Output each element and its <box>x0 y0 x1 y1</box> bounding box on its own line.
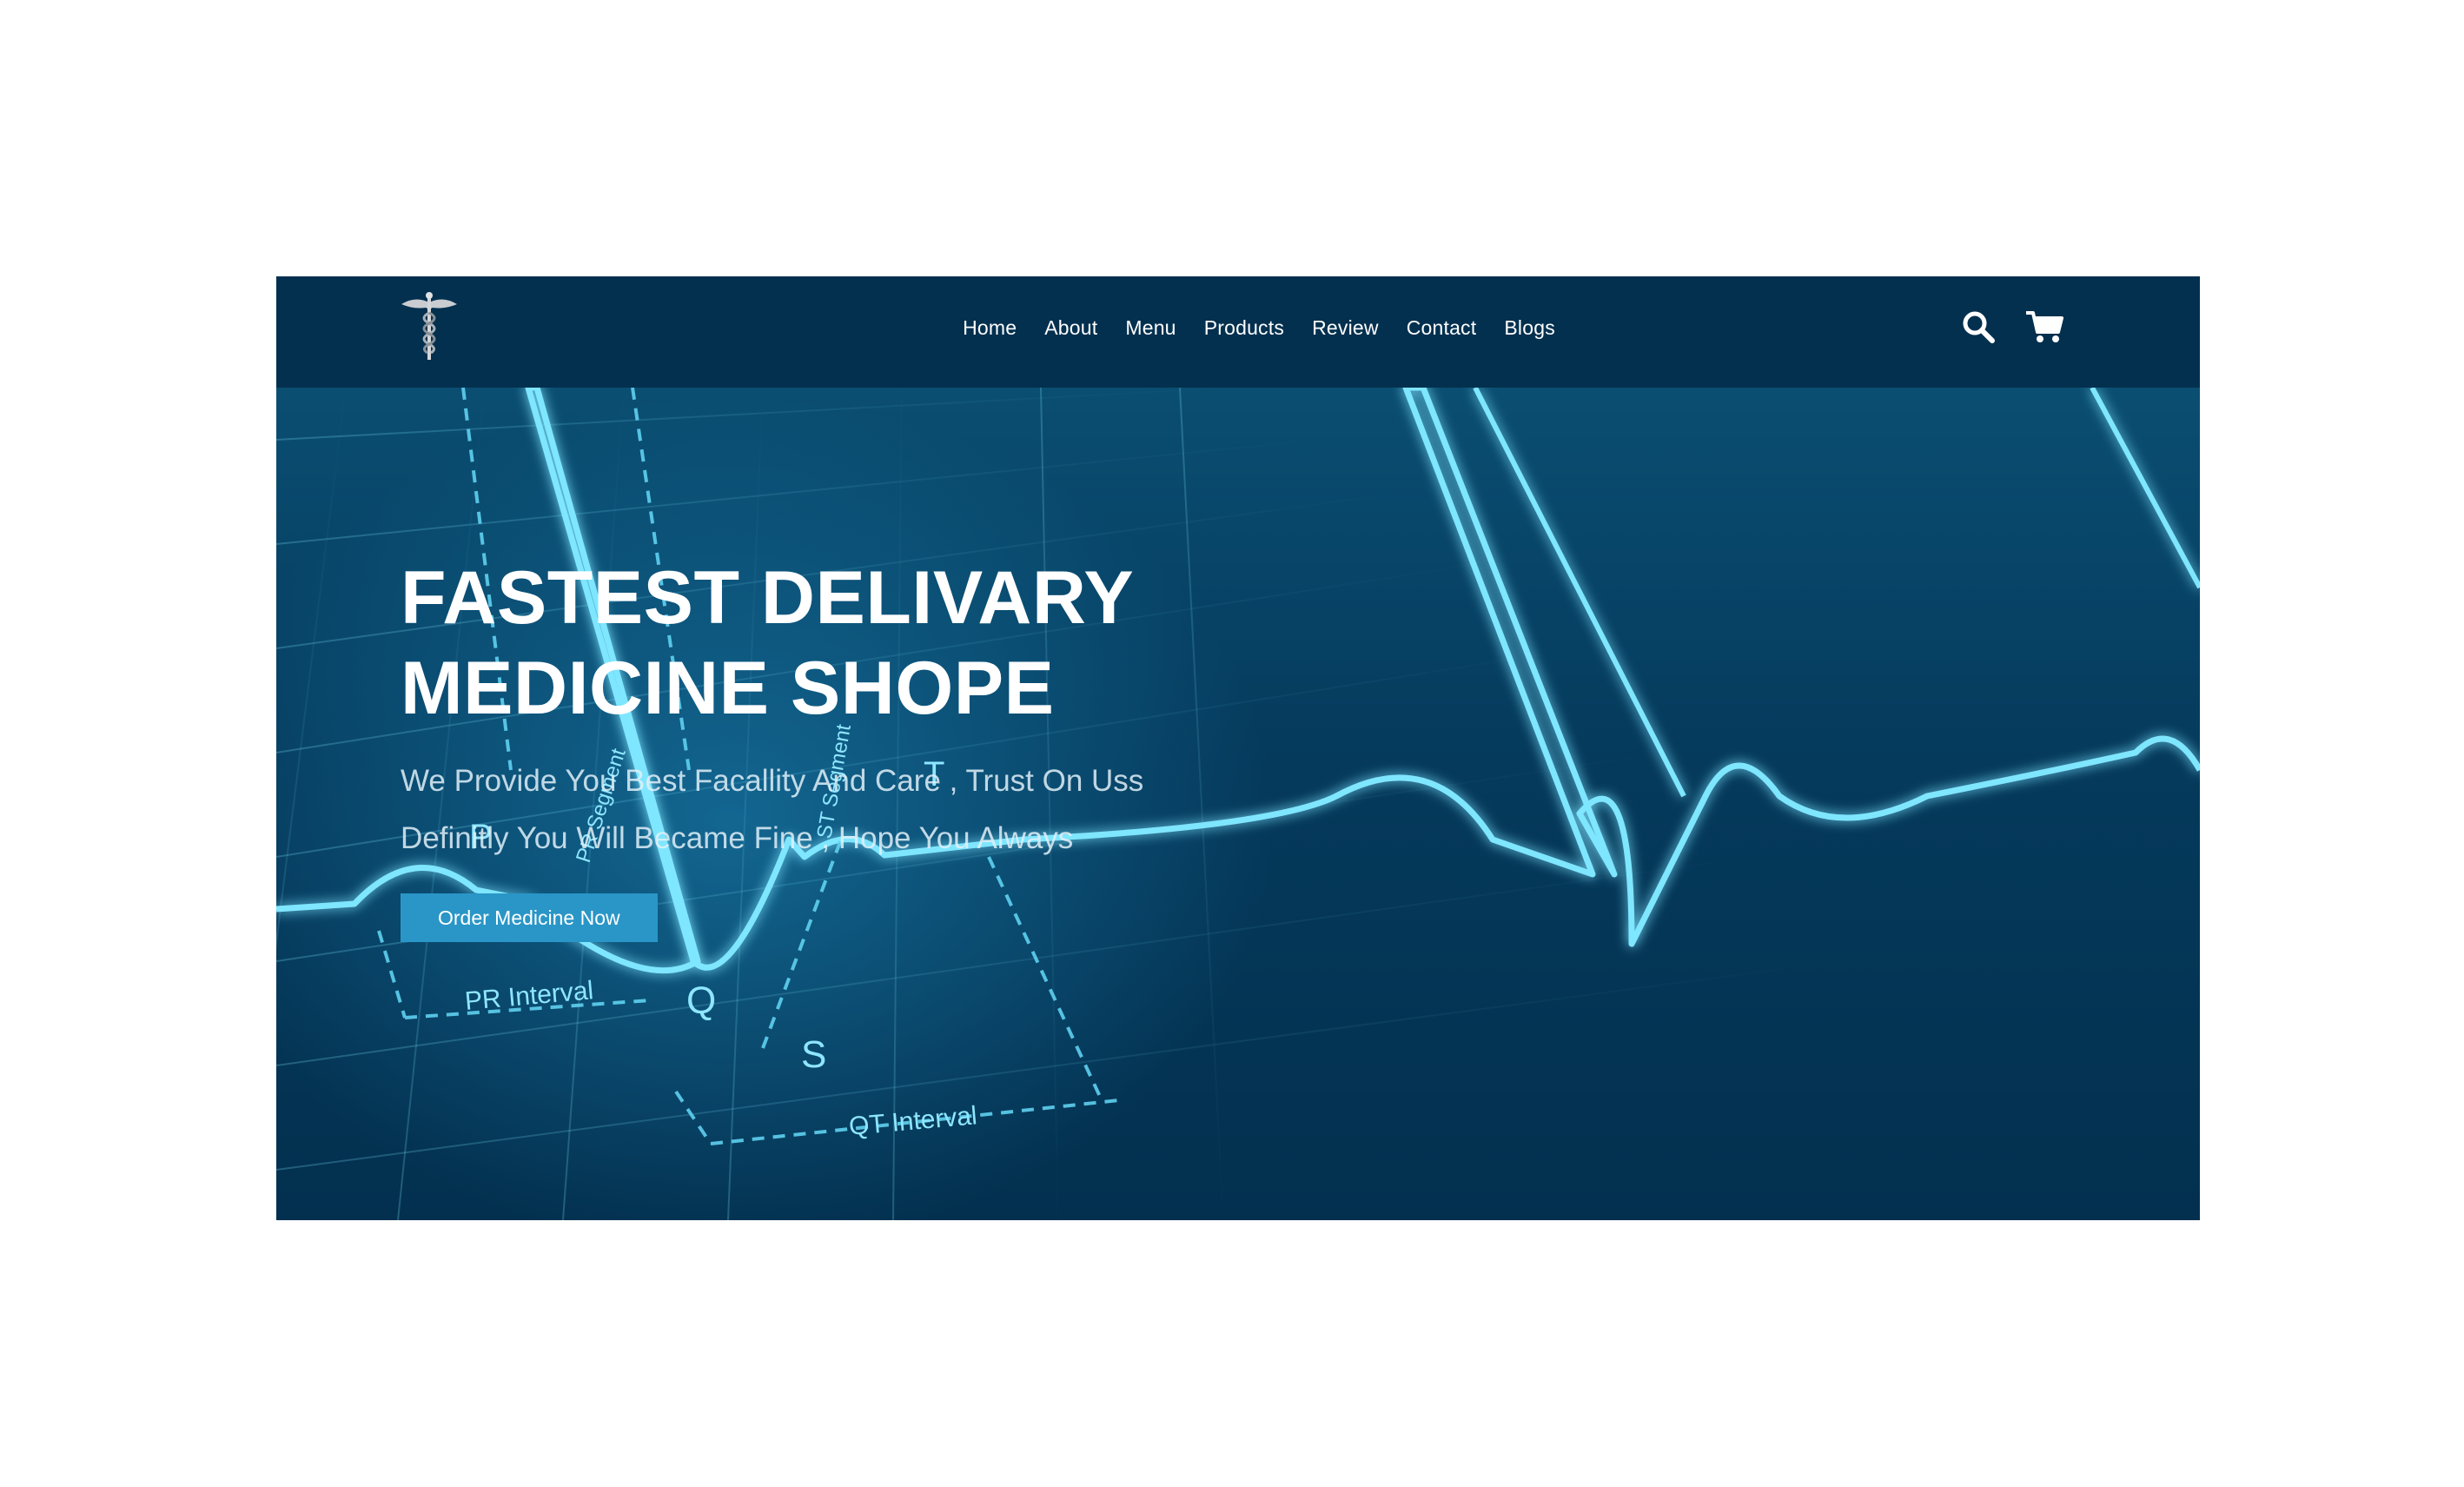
ecg-label-s: S <box>801 1033 826 1076</box>
hero-subtitle: We Provide You Best Facallity And Care ,… <box>401 753 1143 867</box>
hero-content: FASTEST DELIVARY MEDICINE SHOPE We Provi… <box>401 553 1143 942</box>
main-nav: Home About Menu Products Review Contact … <box>276 276 2198 379</box>
nav-about[interactable]: About <box>1044 316 1097 340</box>
ecg-label-q: Q <box>686 979 716 1022</box>
order-medicine-button[interactable]: Order Medicine Now <box>401 893 658 942</box>
hero-subtitle-line-1: We Provide You Best Facallity And Care ,… <box>401 764 1144 798</box>
hero-title-line-2: MEDICINE SHOPE <box>401 647 1055 730</box>
nav-products[interactable]: Products <box>1204 316 1284 340</box>
search-icon[interactable] <box>1959 309 1997 344</box>
cart-icon[interactable] <box>2025 309 2063 344</box>
nav-icon-group <box>1959 309 2063 344</box>
ecg-label-qt-interval: QT Interval <box>848 1101 978 1141</box>
ecg-label-pr-interval: PR Interval <box>464 976 595 1016</box>
nav-blogs[interactable]: Blogs <box>1504 316 1555 340</box>
nav-menu[interactable]: Menu <box>1125 316 1176 340</box>
navbar: Home About Menu Products Review Contact … <box>276 276 2198 388</box>
nav-contact[interactable]: Contact <box>1407 316 1477 340</box>
frame-edge <box>2200 276 2203 415</box>
hero-subtitle-line-2: Definitly You Will Became Fine , Hope Yo… <box>401 821 1074 855</box>
nav-home[interactable]: Home <box>963 316 1017 340</box>
hero-title: FASTEST DELIVARY MEDICINE SHOPE <box>401 553 1143 734</box>
hero-title-line-1: FASTEST DELIVARY <box>401 556 1135 640</box>
website-frame: Home About Menu Products Review Contact … <box>276 276 2200 1220</box>
nav-review[interactable]: Review <box>1312 316 1379 340</box>
hero-section: P Q S T PR Interval QT Interval PR Segme… <box>276 388 2200 1220</box>
